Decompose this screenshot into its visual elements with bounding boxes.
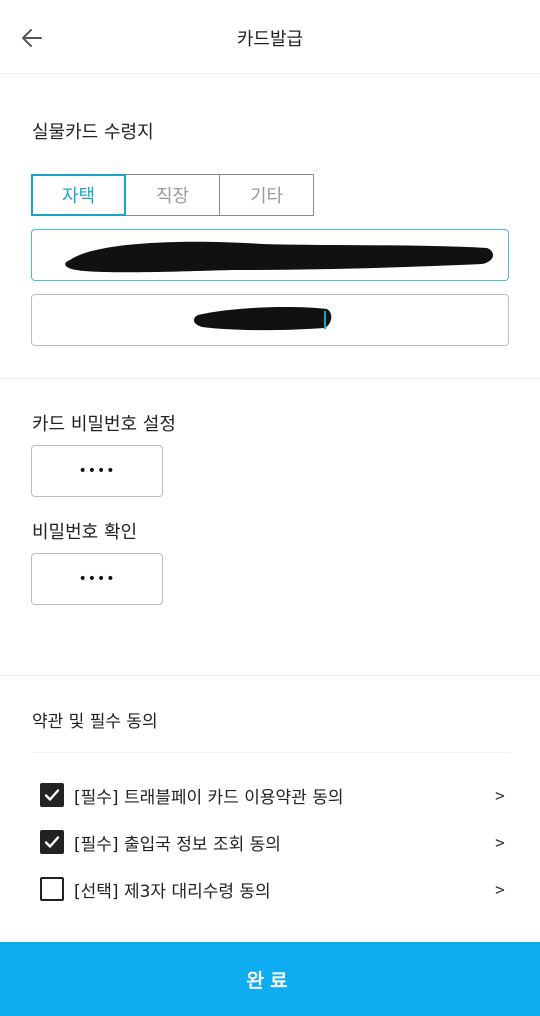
agreements-divider bbox=[32, 752, 510, 753]
tab-work[interactable]: 직장 bbox=[125, 174, 220, 216]
chevron-right-icon[interactable]: > bbox=[490, 833, 510, 852]
address-line2-field[interactable] bbox=[31, 294, 509, 346]
redaction-mark bbox=[193, 307, 332, 331]
app-header: 카드발급 bbox=[0, 0, 540, 74]
section-divider bbox=[0, 675, 540, 676]
checkbox-checked[interactable] bbox=[40, 830, 64, 854]
check-icon bbox=[44, 789, 60, 801]
agreement-item-proxy[interactable]: [선택] 제3자 대리수령 동의 > bbox=[40, 874, 510, 904]
page-title: 카드발급 bbox=[236, 29, 304, 50]
chevron-right-icon[interactable]: > bbox=[490, 880, 510, 899]
agreements-section-title: 약관 및 필수 동의 bbox=[32, 712, 158, 732]
chevron-right-icon[interactable]: > bbox=[490, 786, 510, 805]
password-confirm-field[interactable]: •••• bbox=[31, 553, 163, 605]
address-line1-field[interactable] bbox=[31, 229, 509, 281]
delivery-section-title: 실물카드 수령지 bbox=[32, 122, 154, 143]
agreement-label: [필수] 트래블페이 카드 이용약관 동의 bbox=[74, 787, 344, 808]
check-icon bbox=[44, 836, 60, 848]
agreement-item-immigration[interactable]: [필수] 출입국 정보 조회 동의 > bbox=[40, 827, 510, 857]
password-confirm-title: 비밀번호 확인 bbox=[32, 522, 138, 543]
checkbox-unchecked[interactable] bbox=[40, 877, 64, 901]
delivery-tabs: 자택 직장 기타 bbox=[31, 174, 315, 216]
agreement-label: [필수] 출입국 정보 조회 동의 bbox=[74, 834, 281, 855]
complete-button[interactable]: 완료 bbox=[0, 942, 540, 1016]
section-divider bbox=[0, 378, 540, 379]
password-field[interactable]: •••• bbox=[31, 445, 163, 497]
agreement-item-terms[interactable]: [필수] 트래블페이 카드 이용약관 동의 > bbox=[40, 780, 510, 810]
tab-other[interactable]: 기타 bbox=[219, 174, 314, 216]
tab-home[interactable]: 자택 bbox=[31, 174, 126, 216]
agreement-label: [선택] 제3자 대리수령 동의 bbox=[74, 881, 271, 902]
password-section-title: 카드 비밀번호 설정 bbox=[32, 414, 176, 435]
redaction-mark bbox=[65, 241, 494, 273]
checkbox-checked[interactable] bbox=[40, 783, 64, 807]
